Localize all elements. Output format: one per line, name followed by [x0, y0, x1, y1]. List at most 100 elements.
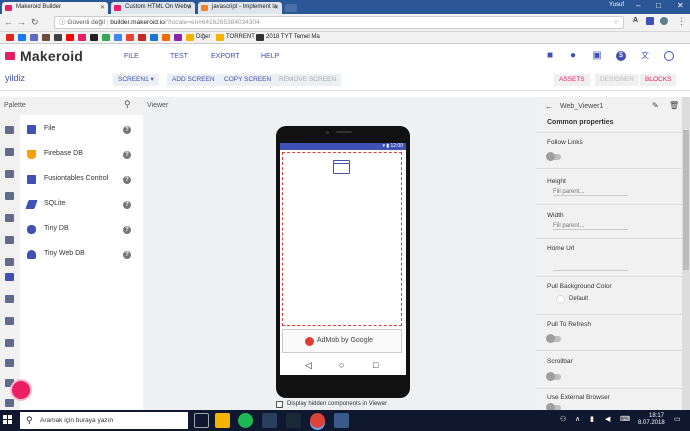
- screen-select-button[interactable]: SCREEN1 ▾: [113, 74, 159, 86]
- tab-makeroid-builder[interactable]: Makeroid Builder ✕: [2, 2, 108, 14]
- more-category-icon[interactable]: [5, 399, 14, 407]
- search-icon[interactable]: ⚲: [124, 99, 131, 110]
- extension-icon[interactable]: [646, 17, 654, 25]
- home-url-field[interactable]: [553, 263, 628, 271]
- folder-icon[interactable]: [186, 34, 194, 41]
- color-swatch[interactable]: [556, 295, 565, 304]
- translate-icon[interactable]: 文: [640, 51, 650, 61]
- help-icon[interactable]: ?: [123, 151, 131, 159]
- bookmark-icon[interactable]: [6, 34, 14, 41]
- web-viewer-component[interactable]: [282, 152, 402, 326]
- extension-category-icon[interactable]: [5, 339, 14, 347]
- copy-screen-button[interactable]: COPY SCREEN: [219, 74, 277, 86]
- language-icon[interactable]: ⌨: [620, 415, 630, 423]
- tab-custom-html[interactable]: Custom HTML On Webvi ✕: [111, 2, 195, 14]
- spotify-icon[interactable]: [238, 413, 253, 428]
- bookmark-icon[interactable]: [54, 34, 62, 41]
- color-value[interactable]: Default: [569, 296, 588, 302]
- bookmark-icon[interactable]: [174, 34, 182, 41]
- steam-icon[interactable]: [286, 413, 301, 428]
- tab-stackoverflow[interactable]: javascript - Implement la ✕: [198, 2, 282, 14]
- maps-category-icon[interactable]: [5, 214, 14, 222]
- bookmark-tyt[interactable]: 2018 TYT Temel Ma: [266, 34, 320, 40]
- scrollbar-thumb[interactable]: [683, 130, 689, 270]
- menu-help[interactable]: HELP: [261, 53, 279, 60]
- bookmark-icon[interactable]: [78, 34, 86, 41]
- help-icon[interactable]: ?: [123, 201, 131, 209]
- minimize-icon[interactable]: –: [636, 1, 640, 10]
- network-icon[interactable]: ▮: [590, 415, 594, 423]
- app-icon[interactable]: [262, 413, 277, 428]
- new-tab-button[interactable]: [285, 4, 297, 12]
- back-icon[interactable]: ←: [4, 17, 13, 27]
- bookmark-icon[interactable]: [150, 34, 158, 41]
- bookmark-icon[interactable]: [66, 34, 74, 41]
- help-icon[interactable]: ?: [123, 176, 131, 184]
- bookmark-folder-diger[interactable]: Diğer: [196, 34, 210, 40]
- bookmark-icon[interactable]: [18, 34, 26, 41]
- palette-item-tiny-web-db[interactable]: Tiny Web DB ?: [20, 243, 143, 268]
- extension-icon[interactable]: [660, 17, 668, 25]
- people-tray-icon[interactable]: ⚇: [560, 415, 566, 423]
- bookmark-icon[interactable]: [102, 34, 110, 41]
- gallery-icon[interactable]: ▣: [592, 51, 602, 61]
- bookmark-icon[interactable]: [114, 34, 122, 41]
- menu-file[interactable]: FILE: [124, 53, 139, 60]
- chevron-up-icon[interactable]: ∧: [575, 415, 580, 423]
- width-field[interactable]: Fill parent...: [553, 223, 628, 230]
- projects-icon[interactable]: ■: [545, 51, 555, 61]
- profile-name[interactable]: Yusuf: [609, 2, 624, 8]
- designer-button[interactable]: DESIGNER: [595, 74, 639, 86]
- display-hidden-checkbox[interactable]: [276, 401, 283, 408]
- bookmark-icon[interactable]: [138, 34, 146, 41]
- palette-item-tiny-db[interactable]: Tiny DB ?: [20, 218, 143, 243]
- palette-item-sqlite[interactable]: SQLite ?: [20, 193, 143, 218]
- social-category-icon[interactable]: [5, 258, 14, 266]
- folder-icon[interactable]: [216, 34, 224, 41]
- user-interface-category-icon[interactable]: [5, 126, 14, 134]
- graduation-cap-icon[interactable]: [256, 34, 264, 41]
- blocks-button[interactable]: BLOCKS: [640, 74, 677, 86]
- code-category-icon[interactable]: [5, 317, 14, 325]
- dollar-icon[interactable]: $: [616, 51, 626, 61]
- bookmark-icon[interactable]: [90, 34, 98, 41]
- remove-screen-button[interactable]: REMOVE SCREEN: [274, 74, 342, 86]
- account-icon[interactable]: [664, 51, 674, 61]
- palette-item-fusiontables[interactable]: Fusiontables Control ?: [20, 168, 143, 193]
- follow-links-toggle[interactable]: [546, 152, 561, 161]
- help-icon[interactable]: ?: [123, 126, 131, 134]
- taskbar-search-input[interactable]: ⚲ Aramak için buraya yazın: [20, 412, 188, 429]
- menu-test[interactable]: TEST: [170, 53, 188, 60]
- volume-icon[interactable]: ◀: [605, 415, 610, 423]
- people-icon[interactable]: ●: [568, 51, 578, 61]
- media-category-icon[interactable]: [5, 170, 14, 178]
- bookmark-icon[interactable]: [126, 34, 134, 41]
- notifications-icon[interactable]: ▭: [674, 415, 681, 423]
- translate-icon[interactable]: A: [633, 17, 638, 24]
- scrollbar-toggle[interactable]: [546, 372, 561, 381]
- reload-icon[interactable]: ↻: [31, 17, 39, 28]
- layout-category-icon[interactable]: [5, 148, 14, 156]
- file-explorer-icon[interactable]: [215, 413, 230, 428]
- back-arrow-icon[interactable]: ←: [545, 102, 553, 111]
- palette-item-file[interactable]: File ?: [20, 118, 143, 143]
- forward-icon[interactable]: →: [17, 17, 26, 27]
- pull-to-refresh-toggle[interactable]: [546, 334, 561, 343]
- admob-banner[interactable]: AdMob by Google: [282, 329, 402, 353]
- pencil-icon[interactable]: ✎: [652, 101, 659, 110]
- drawing-category-icon[interactable]: [5, 192, 14, 200]
- storage-category-icon[interactable]: [5, 273, 14, 281]
- bookmark-icon[interactable]: [42, 34, 50, 41]
- url-input[interactable]: ⓘ Güvenli değil | builder.makeroid.io/?l…: [54, 16, 624, 29]
- maximize-icon[interactable]: □: [656, 1, 661, 10]
- close-tab-icon[interactable]: ✕: [274, 4, 279, 11]
- assets-button[interactable]: ASSETS: [554, 74, 590, 86]
- google-category-icon[interactable]: [5, 359, 14, 367]
- close-tab-icon[interactable]: ✕: [187, 4, 192, 11]
- bookmark-icon[interactable]: [30, 34, 38, 41]
- help-icon[interactable]: ?: [123, 226, 131, 234]
- star-icon[interactable]: ☆: [613, 17, 619, 28]
- task-view-icon[interactable]: [194, 413, 209, 428]
- windows-start-icon[interactable]: [3, 415, 13, 425]
- browser-menu-icon[interactable]: ⋮: [677, 16, 686, 27]
